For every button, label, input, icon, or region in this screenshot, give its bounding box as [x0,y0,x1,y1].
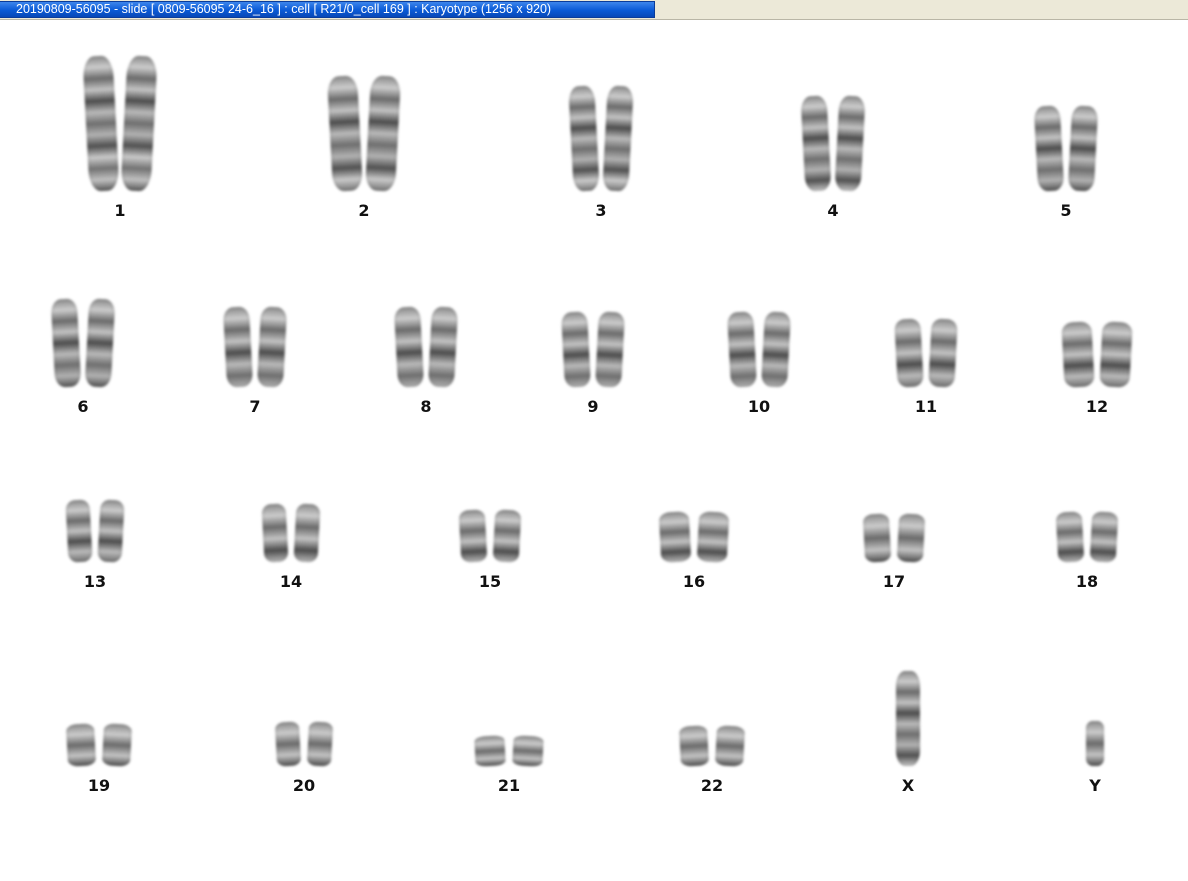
chromosome-pair [474,735,544,767]
chromosome-image[interactable] [50,298,82,388]
chromosome-pair [274,721,334,767]
chromosome-pair [894,318,958,388]
chromosome-label: 8 [420,397,432,416]
chromosome-pair [458,509,522,563]
chromosome-label: 12 [1085,397,1109,416]
chromosome-image[interactable] [658,511,692,563]
chromosome-pair [1086,721,1104,766]
chromosome-image[interactable] [427,306,459,388]
chromosome-label: Y [1089,776,1101,795]
chromosome-image[interactable] [65,499,93,563]
chromosome-image[interactable] [1067,105,1099,192]
karyogram-canvas: 1 2 3 4 5 6 7 8 9 10 11 12 13 14 15 16 17 18 19 20 21 22 X Y [0,20,1188,881]
chromosome-label: 10 [747,397,771,416]
chromosome-image[interactable] [1089,511,1119,563]
chromosome-image[interactable] [894,318,924,388]
chromosome-image[interactable] [222,306,254,388]
chromosome-image[interactable] [761,311,791,388]
chromosome-image[interactable] [274,721,302,767]
chromosome-pair [65,723,133,767]
chromosome-label: 2 [358,201,370,220]
chromosome-label: 6 [77,397,89,416]
chromosome-image[interactable] [1099,321,1133,388]
chromosome-image[interactable] [82,55,120,192]
chromosome-image[interactable] [84,298,116,388]
chromosome-label: 5 [1060,201,1072,220]
chromosome-pair [327,75,401,192]
chromosome-image[interactable] [896,513,926,563]
chromosome-image[interactable] [862,513,892,563]
chromosome-pair [393,306,459,388]
chromosome-image[interactable] [512,735,544,767]
chromosome-label: 16 [682,572,706,591]
chromosome-image[interactable] [561,311,591,388]
chromosome-image[interactable] [1061,321,1095,388]
chromosome-pair [50,298,116,388]
chromosome-label: 21 [497,776,521,795]
chromosome-pair [1055,511,1119,563]
chromosome-image[interactable] [365,75,401,192]
chromosome-image[interactable] [834,95,866,192]
chromosome-image[interactable] [678,725,710,767]
chromosome-image[interactable] [306,721,334,767]
chromosome-image[interactable] [256,306,288,388]
chromosome-label: 22 [700,776,724,795]
chromosome-label: 19 [87,776,111,795]
chromosome-image[interactable] [261,503,289,563]
chromosome-image[interactable] [458,509,488,563]
chromosome-label: 1 [114,201,126,220]
chromosome-image[interactable] [327,75,363,192]
chromosome-image[interactable] [595,311,625,388]
chromosome-image[interactable] [800,95,832,192]
chromosome-image[interactable] [97,499,125,563]
window-titlebar: 20190809-56095 - slide [ 0809-56095 24-6… [0,0,1188,20]
chromosome-pair [261,503,321,563]
chromosome-image[interactable] [1055,511,1085,563]
chromosome-pair [561,311,625,388]
chromosome-image[interactable] [120,55,158,192]
chromosome-label: 4 [827,201,839,220]
chromosome-image[interactable] [714,725,746,767]
chromosome-label: 18 [1075,572,1099,591]
chromosome-pair [658,511,730,563]
chromosome-image[interactable] [474,735,506,767]
chromosome-pair [727,311,791,388]
chromosome-pair [222,306,288,388]
chromosome-image[interactable] [393,306,425,388]
chromosome-image[interactable] [293,503,321,563]
chromosome-pair [82,55,158,192]
chromosome-image[interactable] [492,509,522,563]
chromosome-image[interactable] [65,723,97,767]
chromosome-image[interactable] [1033,105,1065,192]
chromosome-label: 13 [83,572,107,591]
chromosome-pair [568,85,634,192]
chromosome-label: 17 [882,572,906,591]
chromosome-image[interactable] [602,85,634,192]
chromosome-image[interactable] [928,318,958,388]
chromosome-label: 7 [249,397,261,416]
chromosome-label: 3 [595,201,607,220]
chromosome-label: 9 [587,397,599,416]
chromosome-image[interactable] [896,671,920,766]
chromosome-pair [678,725,746,767]
chromosome-label: 11 [914,397,938,416]
chromosome-label: 15 [478,572,502,591]
chromosome-pair [1061,321,1133,388]
chromosome-image[interactable] [696,511,730,563]
chromosome-label: 20 [292,776,316,795]
chromosome-image[interactable] [727,311,757,388]
chromosome-pair [862,513,926,563]
window-title[interactable]: 20190809-56095 - slide [ 0809-56095 24-6… [0,1,655,18]
chromosome-label: 14 [279,572,303,591]
chromosome-image[interactable] [101,723,133,767]
chromosome-pair [1033,105,1099,192]
chromosome-label: X [901,776,915,795]
chromosome-image[interactable] [1086,721,1104,766]
chromosome-image[interactable] [568,85,600,192]
chromosome-pair [800,95,866,192]
chromosome-pair [65,499,125,563]
chromosome-pair [896,671,920,766]
